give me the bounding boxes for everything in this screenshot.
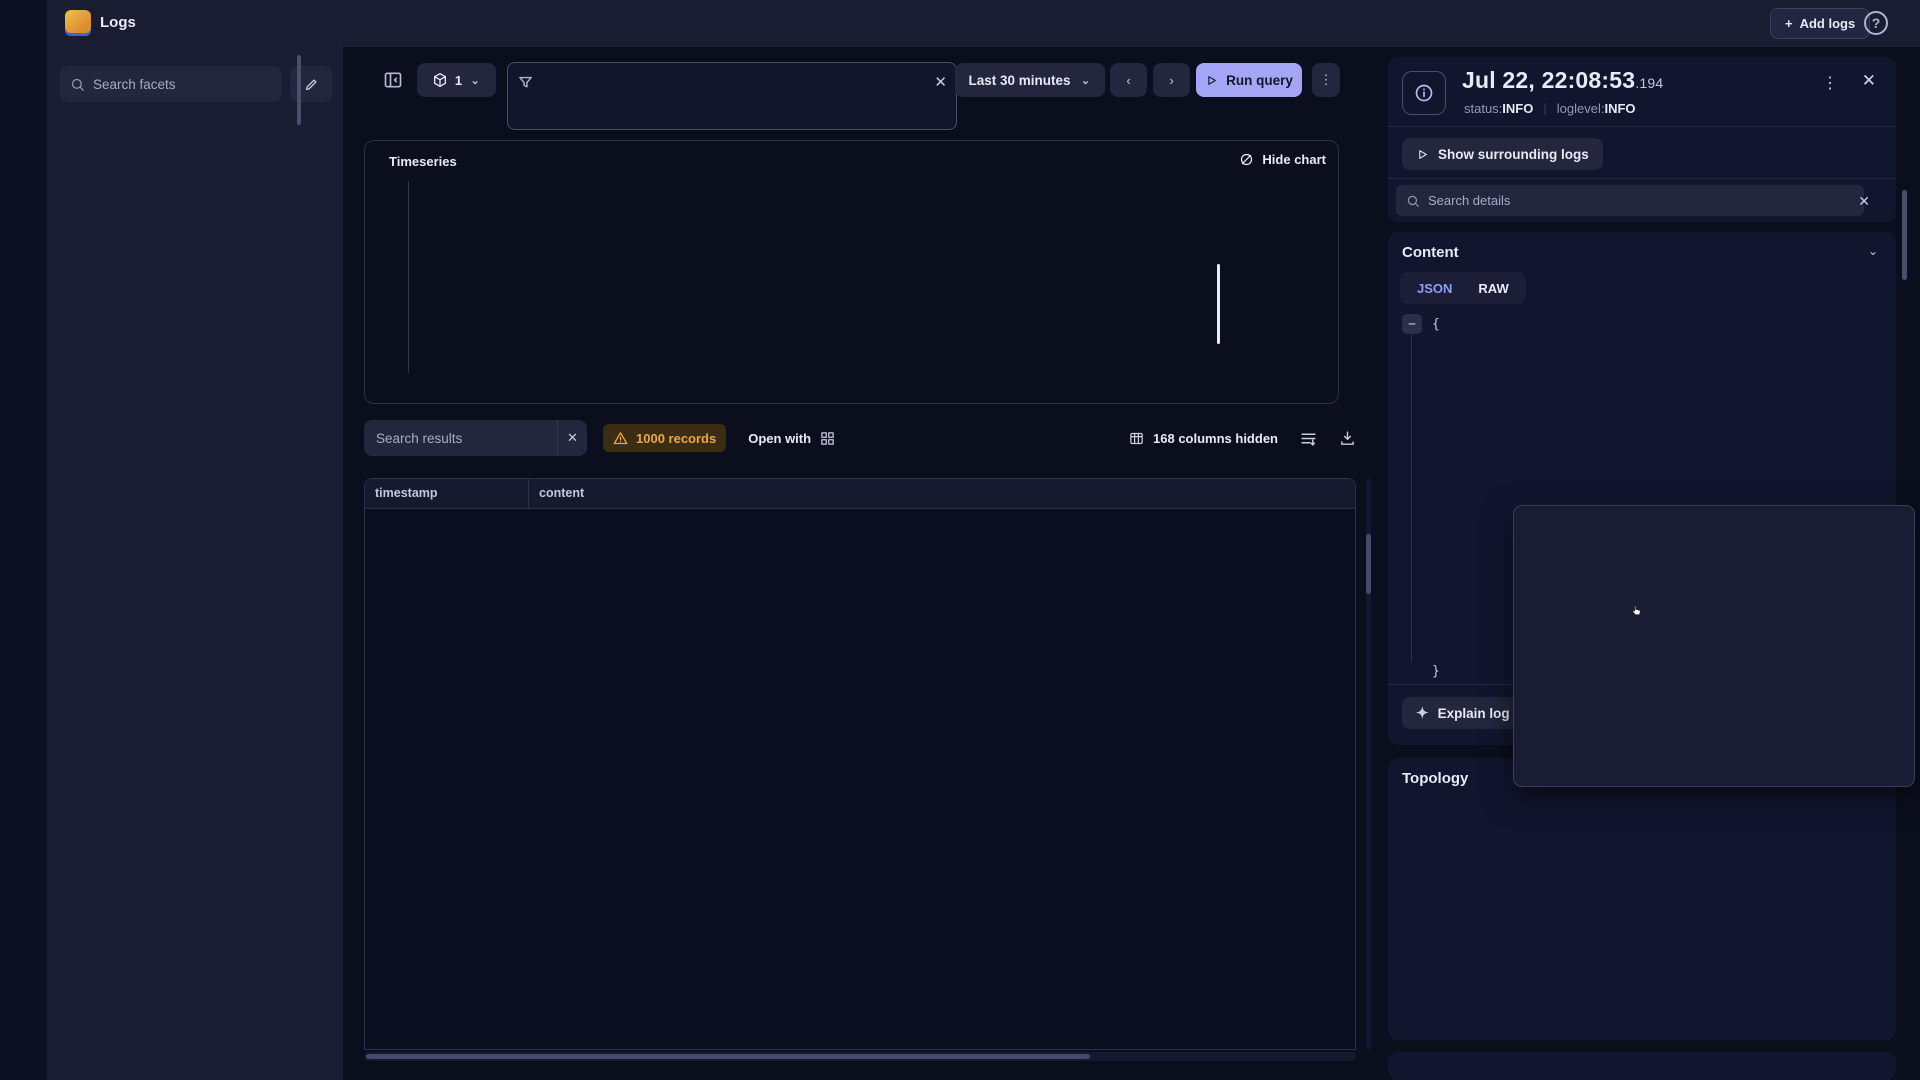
content-section-title: Content	[1402, 244, 1459, 261]
chart-drag-handle[interactable]	[1217, 264, 1220, 344]
logs-app-screen: Logs +Add logs ? 1 ⌄ ✕ Last 30 minutes⌄ …	[0, 0, 1920, 1080]
results-search-wrap	[364, 420, 557, 456]
timeframe-forward-button[interactable]: ›	[1153, 63, 1190, 97]
row-density-button[interactable]	[1300, 430, 1317, 447]
timeseries-card: Timeseries Hide chart	[364, 140, 1339, 404]
table-icon	[1129, 431, 1144, 446]
page-title: Logs	[100, 14, 136, 31]
log-detail-meta: status:INFO | loglevel:INFO	[1464, 101, 1636, 116]
collapse-sidebar-button[interactable]	[379, 66, 407, 94]
query-options-kebab[interactable]: ⋮	[1312, 63, 1340, 97]
logs-app-icon	[65, 10, 91, 36]
play-icon	[1205, 74, 1218, 87]
detail-kebab-menu[interactable]: ⋮	[1822, 73, 1838, 93]
results-search-input[interactable]	[376, 431, 536, 446]
filter-query-box[interactable]: ✕	[507, 62, 957, 130]
clear-filter-icon[interactable]: ✕	[934, 73, 947, 91]
search-icon	[70, 77, 85, 92]
add-logs-button[interactable]: +Add logs	[1770, 8, 1870, 39]
clear-detail-search-icon[interactable]: ✕	[1858, 193, 1870, 210]
open-with-button[interactable]: Open with	[748, 431, 835, 446]
timeframe-selector[interactable]: Last 30 minutes⌄	[955, 63, 1105, 97]
detail-panel-scrollbar[interactable]	[1902, 190, 1907, 280]
scope-selector[interactable]: 1 ⌄	[417, 63, 496, 97]
sparkle-icon: ✦	[1416, 704, 1429, 722]
table-vertical-scrollbar[interactable]	[1366, 478, 1371, 1050]
plus-icon: +	[1785, 16, 1793, 31]
chart-title: Timeseries	[389, 154, 457, 169]
content-tabs: JSON RAW	[1400, 272, 1526, 304]
results-table: timestamp content	[364, 478, 1356, 1050]
json-root-open: −{	[1402, 314, 1440, 334]
tab-json[interactable]: JSON	[1406, 276, 1463, 301]
field-context-menu	[1513, 505, 1915, 787]
top-bar: Logs +Add logs ?	[0, 0, 1920, 47]
topology-section-title: Topology	[1402, 770, 1468, 787]
warning-icon	[613, 431, 628, 446]
detail-search-input[interactable]	[1428, 193, 1808, 208]
table-header: timestamp content	[365, 479, 1355, 509]
table-horizontal-scrollbar[interactable]	[364, 1052, 1356, 1061]
close-detail-icon[interactable]: ✕	[1862, 71, 1876, 91]
json-root-close: }	[1432, 664, 1440, 679]
eye-off-icon	[1239, 152, 1254, 167]
open-with-grid-icon	[820, 431, 835, 446]
timeseries-plot[interactable]	[408, 181, 1206, 373]
facet-sidebar	[47, 47, 343, 1080]
detail-search-wrap	[1396, 185, 1864, 216]
chevron-down-icon: ⌄	[1080, 74, 1092, 87]
topology-card: Topology	[1388, 758, 1896, 1040]
explain-log-button[interactable]: ✦ Explain log	[1402, 697, 1524, 729]
timeframe-back-button[interactable]: ‹	[1110, 63, 1147, 97]
log-detail-header-card: Jul 22, 22:08:53.194 status:INFO | logle…	[1388, 57, 1896, 222]
facet-search-input-wrap	[60, 66, 282, 102]
download-button[interactable]	[1339, 430, 1356, 447]
records-warning-badge: 1000 records	[603, 424, 726, 452]
mouse-cursor	[1630, 604, 1652, 626]
column-header-timestamp[interactable]: timestamp	[365, 479, 528, 508]
tab-raw[interactable]: RAW	[1467, 276, 1519, 301]
column-header-content[interactable]: content	[528, 479, 1355, 508]
collapse-node-button[interactable]: −	[1402, 314, 1422, 334]
results-toolbar: ✕ 1000 records Open with 168 columns hid…	[364, 419, 1356, 457]
chevron-down-icon: ⌄	[469, 74, 481, 87]
help-icon[interactable]: ?	[1864, 11, 1888, 35]
facet-list	[47, 116, 343, 1080]
funnel-icon	[517, 74, 534, 91]
sidebar-scrollbar[interactable]	[297, 55, 301, 125]
clear-results-search-icon[interactable]: ✕	[557, 420, 587, 456]
log-detail-title: Jul 22, 22:08:53.194	[1462, 67, 1663, 94]
play-icon	[1416, 148, 1429, 161]
show-surrounding-logs-button[interactable]: Show surrounding logs	[1402, 138, 1603, 170]
cube-icon	[432, 72, 448, 88]
next-section-card	[1388, 1052, 1896, 1080]
pencil-icon	[304, 77, 319, 92]
collapse-content-icon[interactable]: ⌄	[1868, 244, 1878, 258]
columns-hidden-button[interactable]: 168 columns hidden	[1129, 431, 1278, 446]
search-icon	[1406, 194, 1420, 208]
facet-search-input[interactable]	[93, 77, 253, 92]
hide-chart-button[interactable]: Hide chart	[1239, 152, 1326, 167]
run-query-button[interactable]: Run query	[1196, 63, 1302, 97]
app-rail	[0, 0, 47, 1080]
info-icon	[1402, 71, 1446, 115]
